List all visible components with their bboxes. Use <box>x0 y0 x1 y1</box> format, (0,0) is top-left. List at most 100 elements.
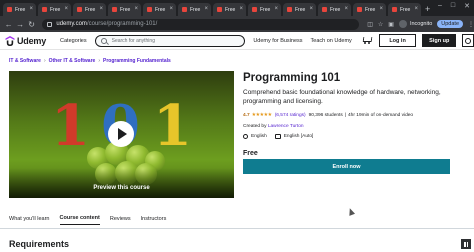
browser-tab[interactable]: Free × <box>388 3 421 16</box>
created-by-label: Created by <box>243 124 267 129</box>
rating-value: 4.7 <box>243 113 250 118</box>
globe-icon <box>243 134 248 139</box>
browser-tab[interactable]: Free × <box>108 3 141 16</box>
udemy-favicon-icon <box>182 7 187 12</box>
udemy-favicon-icon <box>392 7 397 12</box>
url-text: udemy.com/course/programming-101/ <box>56 21 158 27</box>
ratings-count-link[interactable]: (6,574 ratings) <box>275 113 306 118</box>
course-tabs: What you'll learn Course content Reviews… <box>9 215 176 225</box>
browser-tab[interactable]: Free × <box>248 3 281 16</box>
preview-label: Preview this course <box>93 185 150 191</box>
minimize-icon[interactable]: – <box>438 2 442 10</box>
window-controls: – □ ✕ <box>438 2 470 10</box>
chevron-right-icon: › <box>98 58 100 64</box>
udemy-favicon-icon <box>112 7 117 12</box>
udemy-favicon-icon <box>357 7 362 12</box>
close-tab-icon[interactable]: × <box>29 6 33 12</box>
udemy-favicon-icon <box>322 7 327 12</box>
course-captions: English [Auto] <box>283 134 314 139</box>
search-input[interactable]: Search for anything <box>94 34 246 47</box>
udemy-logo[interactable]: Udemy <box>5 35 47 46</box>
tab-what-youll-learn[interactable]: What you'll learn <box>9 216 50 225</box>
separator: | <box>344 113 347 118</box>
close-tab-icon[interactable]: × <box>379 6 383 12</box>
play-icon[interactable] <box>108 121 134 147</box>
breadcrumb-item[interactable]: Programming Fundamentals <box>103 58 171 64</box>
udemy-favicon-icon <box>252 7 257 12</box>
browser-tab[interactable]: Free × <box>3 3 36 16</box>
maximize-icon[interactable]: □ <box>451 2 455 10</box>
chevron-right-icon: › <box>43 58 46 64</box>
language-button[interactable] <box>462 34 474 47</box>
browser-tab[interactable]: Free × <box>143 3 176 16</box>
close-tab-icon[interactable]: × <box>344 6 348 12</box>
close-tab-icon[interactable]: × <box>274 6 278 12</box>
reload-icon[interactable]: ↻ <box>27 20 36 29</box>
browser-tab[interactable]: Free × <box>213 3 246 16</box>
new-tab-icon[interactable]: + <box>425 4 430 14</box>
camera-off-icon[interactable]: ◫ <box>367 21 373 28</box>
lock-icon <box>47 21 53 27</box>
udemy-favicon-icon <box>147 7 152 12</box>
close-window-icon[interactable]: ✕ <box>464 2 470 10</box>
bookmark-star-icon[interactable]: ☆ <box>378 21 383 28</box>
tabs-divider <box>0 228 474 229</box>
browser-tab[interactable]: Free × <box>318 3 351 16</box>
site-header: Udemy Categories Search for anything Ude… <box>0 32 474 50</box>
close-tab-icon[interactable]: × <box>309 6 313 12</box>
thumbnail-digit: 1 <box>51 93 90 159</box>
extension-icon[interactable]: ▣ <box>388 21 394 28</box>
udemy-business-link[interactable]: Udemy for Business <box>253 38 302 44</box>
login-button[interactable]: Log in <box>378 34 417 47</box>
search-placeholder: Search for anything <box>111 37 155 44</box>
preview-gradient <box>9 168 234 198</box>
browser-tab[interactable]: Free × <box>73 3 106 16</box>
pause-button[interactable] <box>461 239 471 249</box>
close-tab-icon[interactable]: × <box>239 6 243 12</box>
course-meta: English English [Auto] <box>243 134 313 139</box>
breadcrumb-item[interactable]: IT & Software <box>9 58 41 64</box>
menu-dots-icon[interactable]: ⋮ <box>468 21 474 28</box>
close-tab-icon[interactable]: × <box>204 6 208 12</box>
tab-instructors[interactable]: Instructors <box>141 216 167 225</box>
search-icon <box>100 37 107 44</box>
tab-reviews[interactable]: Reviews <box>110 216 131 225</box>
forward-icon[interactable]: → <box>15 20 24 29</box>
incognito-icon <box>398 20 407 28</box>
cart-icon[interactable] <box>362 37 371 44</box>
course-rating: 4.7 ★★★★★ (6,574 ratings) 90,396 student… <box>243 113 413 118</box>
update-button[interactable]: Update <box>437 20 464 28</box>
close-tab-icon[interactable]: × <box>99 6 103 12</box>
browser-tab[interactable]: Free × <box>353 3 386 16</box>
breadcrumb: IT & Software › Other IT & Software › Pr… <box>9 58 171 64</box>
tab-course-content[interactable]: Course content <box>59 215 100 225</box>
globe-icon <box>465 37 472 44</box>
star-rating-icon: ★★★★★ <box>251 113 272 118</box>
thumbnail-digit: 1 <box>153 93 192 159</box>
incognito-badge[interactable]: Incognito <box>398 20 433 28</box>
browser-actions: ◫ ☆ ▣ Incognito Update ⋮ <box>367 20 474 28</box>
udemy-favicon-icon <box>217 7 222 12</box>
browser-tab[interactable]: Free × <box>38 3 71 16</box>
address-bar[interactable]: udemy.com/course/programming-101/ <box>42 18 360 30</box>
back-icon[interactable]: ← <box>4 20 13 29</box>
browser-tab[interactable]: Free × <box>283 3 316 16</box>
instructor-link[interactable]: Lawrence Turton <box>268 124 304 129</box>
teach-link[interactable]: Teach on Udemy <box>311 38 352 44</box>
close-tab-icon[interactable]: × <box>64 6 68 12</box>
enroll-button[interactable]: Enroll now <box>243 159 450 174</box>
browser-tab[interactable]: Free × <box>178 3 211 16</box>
captions-icon <box>274 134 281 139</box>
signup-button[interactable]: Sign up <box>422 34 457 47</box>
incognito-label: Incognito <box>409 21 433 27</box>
close-tab-icon[interactable]: × <box>414 6 418 12</box>
close-tab-icon[interactable]: × <box>134 6 138 12</box>
breadcrumb-item[interactable]: Other IT & Software <box>49 58 96 64</box>
categories-menu[interactable]: Categories <box>60 38 87 44</box>
udemy-favicon-icon <box>77 7 82 12</box>
course-preview-video[interactable]: 1 0 1 Preview this course <box>9 71 234 198</box>
logo-text: Udemy <box>17 35 47 46</box>
udemy-favicon-icon <box>7 7 12 12</box>
close-tab-icon[interactable]: × <box>169 6 173 12</box>
course-subtitle: Comprehend basic foundational knowledge … <box>243 89 441 105</box>
